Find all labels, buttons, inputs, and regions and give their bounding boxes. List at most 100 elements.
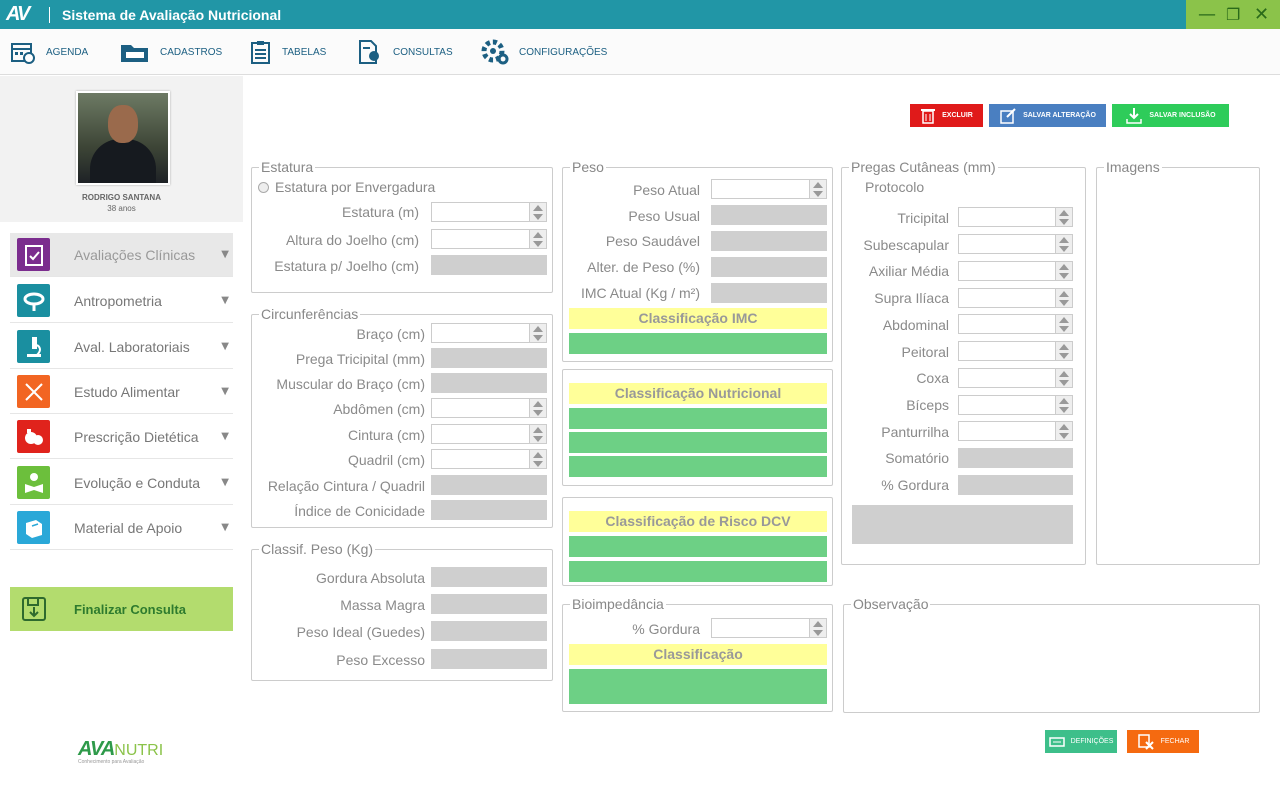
abdomen-label: Abdômen (cm): [333, 401, 425, 417]
axiliar-media-input[interactable]: [958, 261, 1073, 281]
classificacao-nutricional-row: [569, 432, 827, 453]
biceps-input[interactable]: [958, 395, 1073, 415]
bio-classificacao-header: Classificação: [569, 644, 827, 665]
classificacao-nutricional-row: [569, 408, 827, 429]
pregas-gordura-value: [958, 475, 1073, 495]
nav-prescricao-dietetica[interactable]: Prescrição Dietética ▼: [10, 415, 233, 459]
title-bar: AV Sistema de Avaliação Nutricional: [0, 0, 1280, 29]
nav-estudo-alimentar[interactable]: Estudo Alimentar ▼: [10, 370, 233, 414]
peso-atual-input[interactable]: [711, 179, 827, 199]
envergadura-radio[interactable]: [258, 182, 269, 193]
altura-joelho-input[interactable]: [431, 229, 547, 249]
protocolo-label: Protocolo: [865, 179, 925, 195]
bio-gordura-input[interactable]: [711, 618, 827, 638]
cintura-label: Cintura (cm): [347, 427, 425, 443]
classificacao-risco-header: Classificação de Risco DCV: [569, 511, 827, 532]
patient-profile: RODRIGO SANTANA 38 anos: [0, 76, 243, 222]
menu-consultas-label: CONSULTAS: [393, 46, 453, 58]
restore-button[interactable]: ❐: [1226, 5, 1240, 24]
fechar-button[interactable]: FECHAR: [1127, 730, 1199, 753]
tricipital-input[interactable]: [958, 207, 1073, 227]
clipboard-check-icon: [17, 238, 50, 271]
classificacao-risco-row: [569, 561, 827, 582]
imagens-group[interactable]: Imagens: [1096, 159, 1260, 565]
abdominal-input[interactable]: [958, 314, 1073, 334]
peso-usual-value: [711, 205, 827, 225]
peso-saudavel-label: Peso Saudável: [605, 233, 700, 249]
chevron-down-icon: ▼: [221, 386, 229, 397]
patient-photo: [76, 91, 170, 185]
peso-excesso-value: [431, 649, 547, 669]
nav-label: Avaliações Clínicas: [74, 246, 196, 263]
menu-configuracoes[interactable]: CONFIGURAÇÕES: [481, 39, 607, 65]
coxa-label: Coxa: [916, 370, 949, 386]
bioimpedancia-legend: Bioimpedância: [570, 596, 666, 612]
peitoral-label: Peitoral: [901, 344, 949, 360]
gordura-absoluta-value: [431, 567, 547, 587]
food-icon: [17, 420, 50, 453]
quadril-input[interactable]: [431, 449, 547, 469]
prega-tricipital-label: Prega Tricipital (mm): [295, 351, 425, 367]
finalizar-consulta-button[interactable]: Finalizar Consulta: [10, 587, 233, 631]
menu-consultas[interactable]: CONSULTAS: [357, 39, 453, 65]
peso-atual-label: Peso Atual: [633, 182, 700, 198]
subescapular-input[interactable]: [958, 234, 1073, 254]
close-button[interactable]: ✕: [1254, 4, 1269, 25]
excluir-label: EXCLUIR: [942, 112, 973, 119]
menu-agenda[interactable]: AGENDA: [10, 39, 88, 65]
nav-avaliacoes-clinicas[interactable]: Avaliações Clínicas ▼: [10, 233, 233, 277]
observacao-textarea[interactable]: Observação: [843, 596, 1260, 713]
supra-iliaca-input[interactable]: [958, 288, 1073, 308]
imagens-legend: Imagens: [1104, 159, 1162, 175]
minimize-button[interactable]: —: [1198, 4, 1216, 25]
brand-name-a: AVA: [78, 738, 115, 760]
menu-tabelas[interactable]: TABELAS: [250, 39, 326, 65]
coxa-input[interactable]: [958, 368, 1073, 388]
menu-cadastros[interactable]: CADASTROS: [120, 39, 222, 65]
alter-peso-value: [711, 257, 827, 277]
menu-tabelas-label: TABELAS: [282, 46, 327, 58]
abdominal-label: Abdominal: [882, 317, 949, 333]
chevron-down-icon: ▼: [221, 249, 229, 260]
imc-atual-label: IMC Atual (Kg / m²): [580, 285, 700, 301]
gordura-absoluta-label: Gordura Absoluta: [316, 570, 425, 586]
bio-gordura-label: % Gordura: [632, 621, 700, 637]
nav-antropometria[interactable]: Antropometria ▼: [10, 279, 233, 323]
nav-label: Material de Apoio: [74, 519, 183, 536]
window-controls: — ❐ ✕: [1186, 0, 1280, 29]
biceps-label: Bíceps: [906, 397, 949, 413]
calendar-icon: [11, 43, 35, 64]
book-icon: [17, 511, 50, 544]
massa-magra-value: [431, 594, 547, 614]
peitoral-input[interactable]: [958, 341, 1073, 361]
definicoes-label: DEFINIÇÕES: [1070, 738, 1114, 745]
folder-icon: [121, 45, 148, 62]
abdomen-input[interactable]: [431, 398, 547, 418]
nav-evolucao-conduta[interactable]: Evolução e Conduta ▼: [10, 461, 233, 505]
relacao-label: Relação Cintura / Quadril: [267, 478, 425, 494]
observacao-legend: Observação: [851, 596, 931, 612]
fork-knife-icon: [17, 375, 50, 408]
altura-joelho-label: Altura do Joelho (cm): [285, 232, 419, 248]
panturrilha-input[interactable]: [958, 421, 1073, 441]
cintura-input[interactable]: [431, 424, 547, 444]
menu-cadastros-label: CADASTROS: [160, 46, 223, 58]
estatura-m-input[interactable]: [431, 202, 547, 222]
braco-input[interactable]: [431, 323, 547, 343]
nav-material-apoio[interactable]: Material de Apoio ▼: [10, 506, 233, 550]
peso-usual-label: Peso Usual: [628, 208, 700, 224]
salvar-alteracao-button[interactable]: SALVAR ALTERAÇÃO: [989, 104, 1106, 127]
menu-bar: AGENDA CADASTROS TABELAS CONSULTAS CONFI…: [0, 29, 1280, 75]
salvar-inclusao-button[interactable]: SALVAR INCLUSÃO: [1112, 104, 1229, 127]
circunferencias-legend: Circunferências: [259, 306, 361, 322]
massa-magra-label: Massa Magra: [340, 597, 425, 613]
definicoes-button[interactable]: DEFINIÇÕES: [1045, 730, 1117, 753]
excluir-button[interactable]: EXCLUIR: [910, 104, 983, 127]
muscular-braco-value: [431, 373, 547, 393]
peso-saudavel-value: [711, 231, 827, 251]
chevron-down-icon: ▼: [221, 341, 229, 352]
nav-aval-laboratoriais[interactable]: Aval. Laboratoriais ▼: [10, 325, 233, 369]
classificacao-nutricional-header: Classificação Nutricional: [569, 383, 827, 404]
estatura-joelho-value: [431, 255, 547, 275]
menu-agenda-label: AGENDA: [46, 46, 89, 58]
